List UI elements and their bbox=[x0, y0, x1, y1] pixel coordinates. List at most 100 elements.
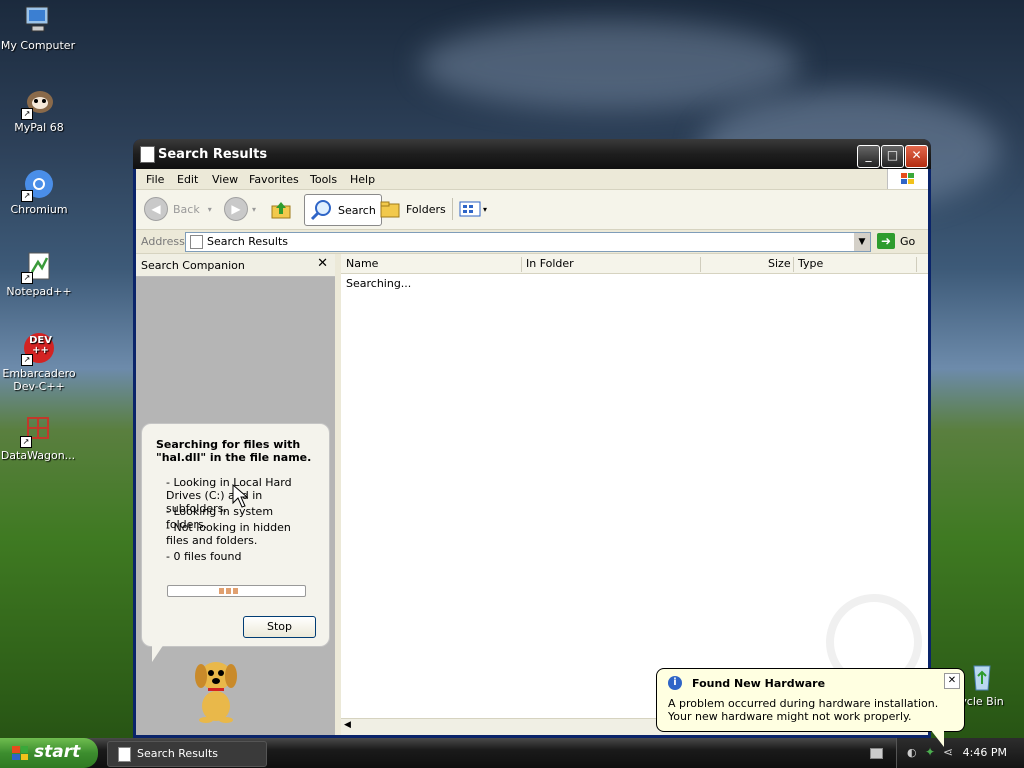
chevron-down-icon[interactable]: ▼ bbox=[854, 233, 870, 251]
menu-bar: File Edit View Favorites Tools Help bbox=[136, 169, 928, 190]
close-icon[interactable]: ✕ bbox=[317, 256, 328, 271]
notification-balloon[interactable]: i Found New Hardware ✕ A problem occurre… bbox=[656, 668, 965, 732]
column-divider[interactable] bbox=[793, 257, 794, 272]
stop-button[interactable]: Stop bbox=[243, 616, 316, 638]
results-header: Name In Folder Size Type bbox=[341, 254, 928, 274]
desktop-icon-label: My Computer bbox=[0, 39, 76, 52]
views-icon bbox=[459, 201, 481, 217]
keyboard-icon[interactable] bbox=[870, 748, 883, 759]
menu-edit[interactable]: Edit bbox=[177, 173, 198, 186]
recycle-bin-icon bbox=[966, 660, 998, 692]
cursor-icon bbox=[232, 484, 249, 508]
info-icon: i bbox=[668, 676, 682, 690]
devcpp-badge: DEV ++ bbox=[29, 335, 52, 356]
notepadpp-icon: ↗ bbox=[21, 250, 55, 284]
folders-label: Folders bbox=[406, 202, 446, 216]
search-status-balloon: Searching for files with "hal.dll" in th… bbox=[141, 423, 330, 647]
hardware-icon[interactable]: ✦ bbox=[925, 745, 935, 759]
windows-flag-icon bbox=[12, 746, 28, 760]
folders-icon bbox=[380, 201, 400, 218]
column-divider[interactable] bbox=[916, 257, 917, 272]
desktop-icon-devcpp[interactable]: DEV ++ ↗ Embarcadero Dev-C++ bbox=[1, 332, 77, 393]
balloon-tail bbox=[152, 644, 164, 662]
notification-body: A problem occurred during hardware insta… bbox=[668, 697, 939, 723]
computer-icon bbox=[22, 4, 54, 36]
desktop-icon-label: DataWagon... bbox=[0, 449, 76, 462]
column-name[interactable]: Name bbox=[346, 257, 378, 270]
shortcut-arrow-icon: ↗ bbox=[21, 190, 33, 202]
search-companion-header: Search Companion ✕ bbox=[136, 254, 335, 277]
network-icon[interactable]: ⋖ bbox=[943, 745, 953, 759]
views-button[interactable]: ▾ bbox=[459, 194, 487, 224]
start-label: start bbox=[34, 742, 81, 762]
menu-help[interactable]: Help bbox=[350, 173, 375, 186]
speaker-icon[interactable]: ◐ bbox=[907, 746, 917, 759]
desktop-icon-label: Notepad++ bbox=[6, 285, 72, 298]
close-icon[interactable]: ✕ bbox=[944, 673, 960, 689]
address-label: Address bbox=[141, 235, 185, 248]
window-icon bbox=[118, 747, 131, 762]
clock[interactable]: 4:46 PM bbox=[963, 746, 1007, 759]
desktop-icon-label: Embarcadero Dev-C++ bbox=[2, 367, 76, 393]
go-button[interactable]: Go bbox=[900, 235, 915, 248]
column-divider[interactable] bbox=[521, 257, 522, 272]
desktop-icon-datawagon[interactable]: ↗ DataWagon... bbox=[0, 414, 76, 462]
window-body: File Edit View Favorites Tools Help ◀ Ba… bbox=[136, 169, 928, 735]
title-bar[interactable]: Search Results _ □ ✕ bbox=[133, 139, 931, 169]
search-line: - 0 files found bbox=[166, 550, 242, 563]
start-button[interactable]: start bbox=[0, 738, 98, 768]
search-status-text: Searching... bbox=[346, 277, 412, 290]
shortcut-arrow-icon: ↗ bbox=[20, 436, 32, 448]
chevron-down-icon: ▾ bbox=[252, 204, 257, 214]
column-divider[interactable] bbox=[700, 257, 701, 272]
search-dog-icon[interactable] bbox=[188, 654, 244, 724]
progress-block bbox=[226, 588, 231, 594]
toolbar-divider bbox=[452, 198, 453, 220]
system-tray: ◐ ✦ ⋖ 4:46 PM bbox=[896, 738, 1024, 768]
desktop-icon-label: Chromium bbox=[10, 203, 68, 216]
desktop-icon-chromium[interactable]: ↗ Chromium bbox=[1, 168, 77, 216]
desktop-icon-my-computer[interactable]: My Computer bbox=[0, 4, 76, 52]
chromium-icon: ↗ bbox=[21, 168, 55, 202]
search-results-window: Search Results _ □ ✕ File Edit View Favo… bbox=[133, 139, 931, 738]
search-button[interactable]: Search bbox=[304, 194, 382, 226]
taskbar-item-label: Search Results bbox=[137, 747, 219, 760]
menu-view[interactable]: View bbox=[212, 173, 238, 186]
taskbar-item-search-results[interactable]: Search Results bbox=[107, 741, 267, 767]
notification-title: Found New Hardware bbox=[692, 677, 826, 690]
desktop-icon-mypal[interactable]: ↗ MyPal 68 bbox=[1, 86, 77, 134]
window-title: Search Results bbox=[158, 147, 268, 162]
go-arrow-icon[interactable]: ➜ bbox=[877, 233, 895, 249]
forward-button[interactable]: ▶ ▾ bbox=[224, 194, 256, 224]
window-icon bbox=[140, 146, 155, 163]
up-folder-button[interactable] bbox=[270, 194, 292, 224]
scroll-left-icon[interactable]: ◀ bbox=[344, 720, 351, 730]
search-progress-bar bbox=[167, 585, 306, 597]
address-value: Search Results bbox=[207, 235, 289, 248]
desktop-icon-notepadpp[interactable]: ↗ Notepad++ bbox=[1, 250, 77, 298]
column-size[interactable]: Size bbox=[768, 257, 791, 270]
search-label: Search bbox=[338, 203, 376, 217]
cloud bbox=[420, 20, 800, 110]
menu-favorites[interactable]: Favorites bbox=[249, 173, 299, 186]
forward-arrow-icon: ▶ bbox=[224, 197, 248, 221]
folders-button[interactable]: Folders bbox=[380, 194, 446, 224]
progress-block bbox=[233, 588, 238, 594]
maximize-button[interactable]: □ bbox=[881, 145, 904, 168]
back-button[interactable]: ◀ Back ▾ bbox=[144, 194, 212, 224]
desktop-icon-label: MyPal 68 bbox=[14, 121, 64, 134]
menu-file[interactable]: File bbox=[146, 173, 164, 186]
datawagon-icon: ↗ bbox=[20, 414, 54, 448]
toolbar: ◀ Back ▾ ▶ ▾ Search Folders ▾ bbox=[136, 190, 928, 230]
results-pane: Name In Folder Size Type Searching... ◀ bbox=[341, 254, 928, 735]
close-button[interactable]: ✕ bbox=[905, 145, 928, 168]
column-type[interactable]: Type bbox=[798, 257, 823, 270]
shortcut-arrow-icon: ↗ bbox=[21, 272, 33, 284]
menu-tools[interactable]: Tools bbox=[310, 173, 337, 186]
taskbar: start Search Results ◐ ✦ ⋖ 4:46 PM bbox=[0, 738, 1024, 768]
column-in-folder[interactable]: In Folder bbox=[526, 257, 574, 270]
address-field[interactable]: Search Results ▼ bbox=[185, 232, 871, 252]
back-label: Back bbox=[173, 202, 200, 216]
shortcut-arrow-icon: ↗ bbox=[21, 354, 33, 366]
minimize-button[interactable]: _ bbox=[857, 145, 880, 168]
